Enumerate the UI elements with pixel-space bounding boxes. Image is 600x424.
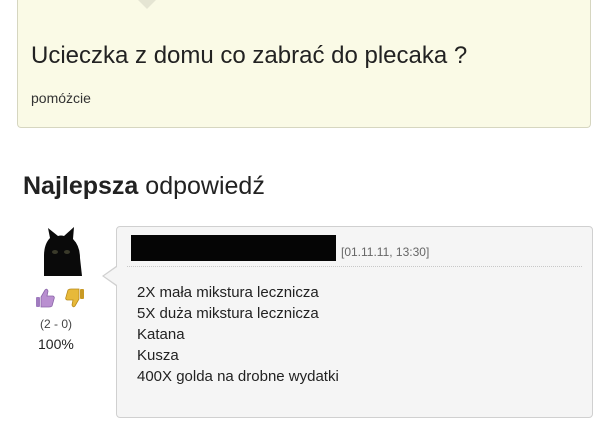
thumbs-down-button[interactable] xyxy=(64,287,86,309)
vote-count: (2 - 0) xyxy=(40,317,73,331)
thumbs-up-button[interactable] xyxy=(34,287,56,309)
redacted-author-name xyxy=(131,235,336,261)
answer-notch-fill xyxy=(104,267,117,285)
question-title: Ucieczka z domu co zabrać do plecaka ? xyxy=(31,42,468,69)
best-answer-heading: Najlepsza odpowiedź xyxy=(23,172,265,201)
question-box: Ucieczka z domu co zabrać do plecaka ? p… xyxy=(17,0,591,128)
question-notch xyxy=(138,0,156,9)
black-cat-avatar-icon xyxy=(36,226,86,276)
thumbs-up-icon xyxy=(36,288,55,308)
vote-percent: 100% xyxy=(38,336,74,352)
answer-line: 400X golda na drobne wydatki xyxy=(137,368,339,385)
answer-line: 5X duża mikstura lecznicza xyxy=(137,305,319,322)
question-details: pomóżcie xyxy=(31,90,91,106)
thumbs-down-icon xyxy=(65,288,84,308)
answer-line: 2X mała mikstura lecznicza xyxy=(137,284,319,301)
answer-line: Kusza xyxy=(137,347,179,364)
vote-row xyxy=(34,287,94,311)
author-avatar[interactable] xyxy=(36,226,86,276)
answer-text: 2X mała mikstura lecznicza 5X duża mikst… xyxy=(137,282,339,387)
answer-date: [01.11.11, 13:30] xyxy=(341,245,430,259)
best-answer-heading-rest: odpowiedź xyxy=(145,172,265,200)
best-answer-heading-bold: Najlepsza xyxy=(23,172,139,200)
answer-divider xyxy=(127,266,582,267)
answer-line: Katana xyxy=(137,326,185,343)
